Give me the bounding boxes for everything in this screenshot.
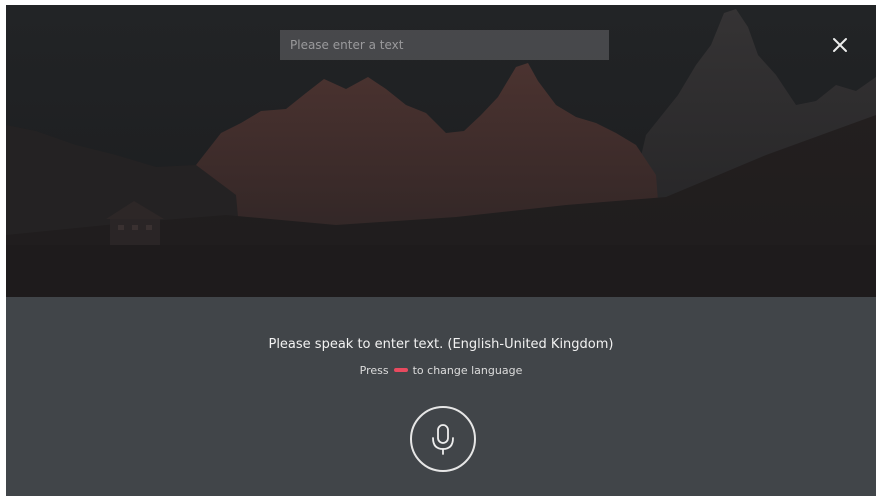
search-input[interactable] [280, 30, 609, 60]
voice-input-panel: Please speak to enter text. (English-Uni… [6, 297, 876, 496]
microphone-icon [432, 424, 454, 455]
language-hint: Press to change language [6, 364, 876, 377]
hint-suffix: to change language [412, 364, 523, 377]
close-button[interactable] [828, 33, 852, 57]
voice-prompt-text: Please speak to enter text. (English-Uni… [268, 337, 614, 352]
close-icon [833, 38, 847, 52]
red-key-icon [393, 368, 408, 372]
voice-input-screen: Please speak to enter text. (English-Uni… [6, 5, 876, 496]
microphone-button[interactable] [410, 406, 476, 472]
hint-prefix: Press [359, 364, 389, 377]
